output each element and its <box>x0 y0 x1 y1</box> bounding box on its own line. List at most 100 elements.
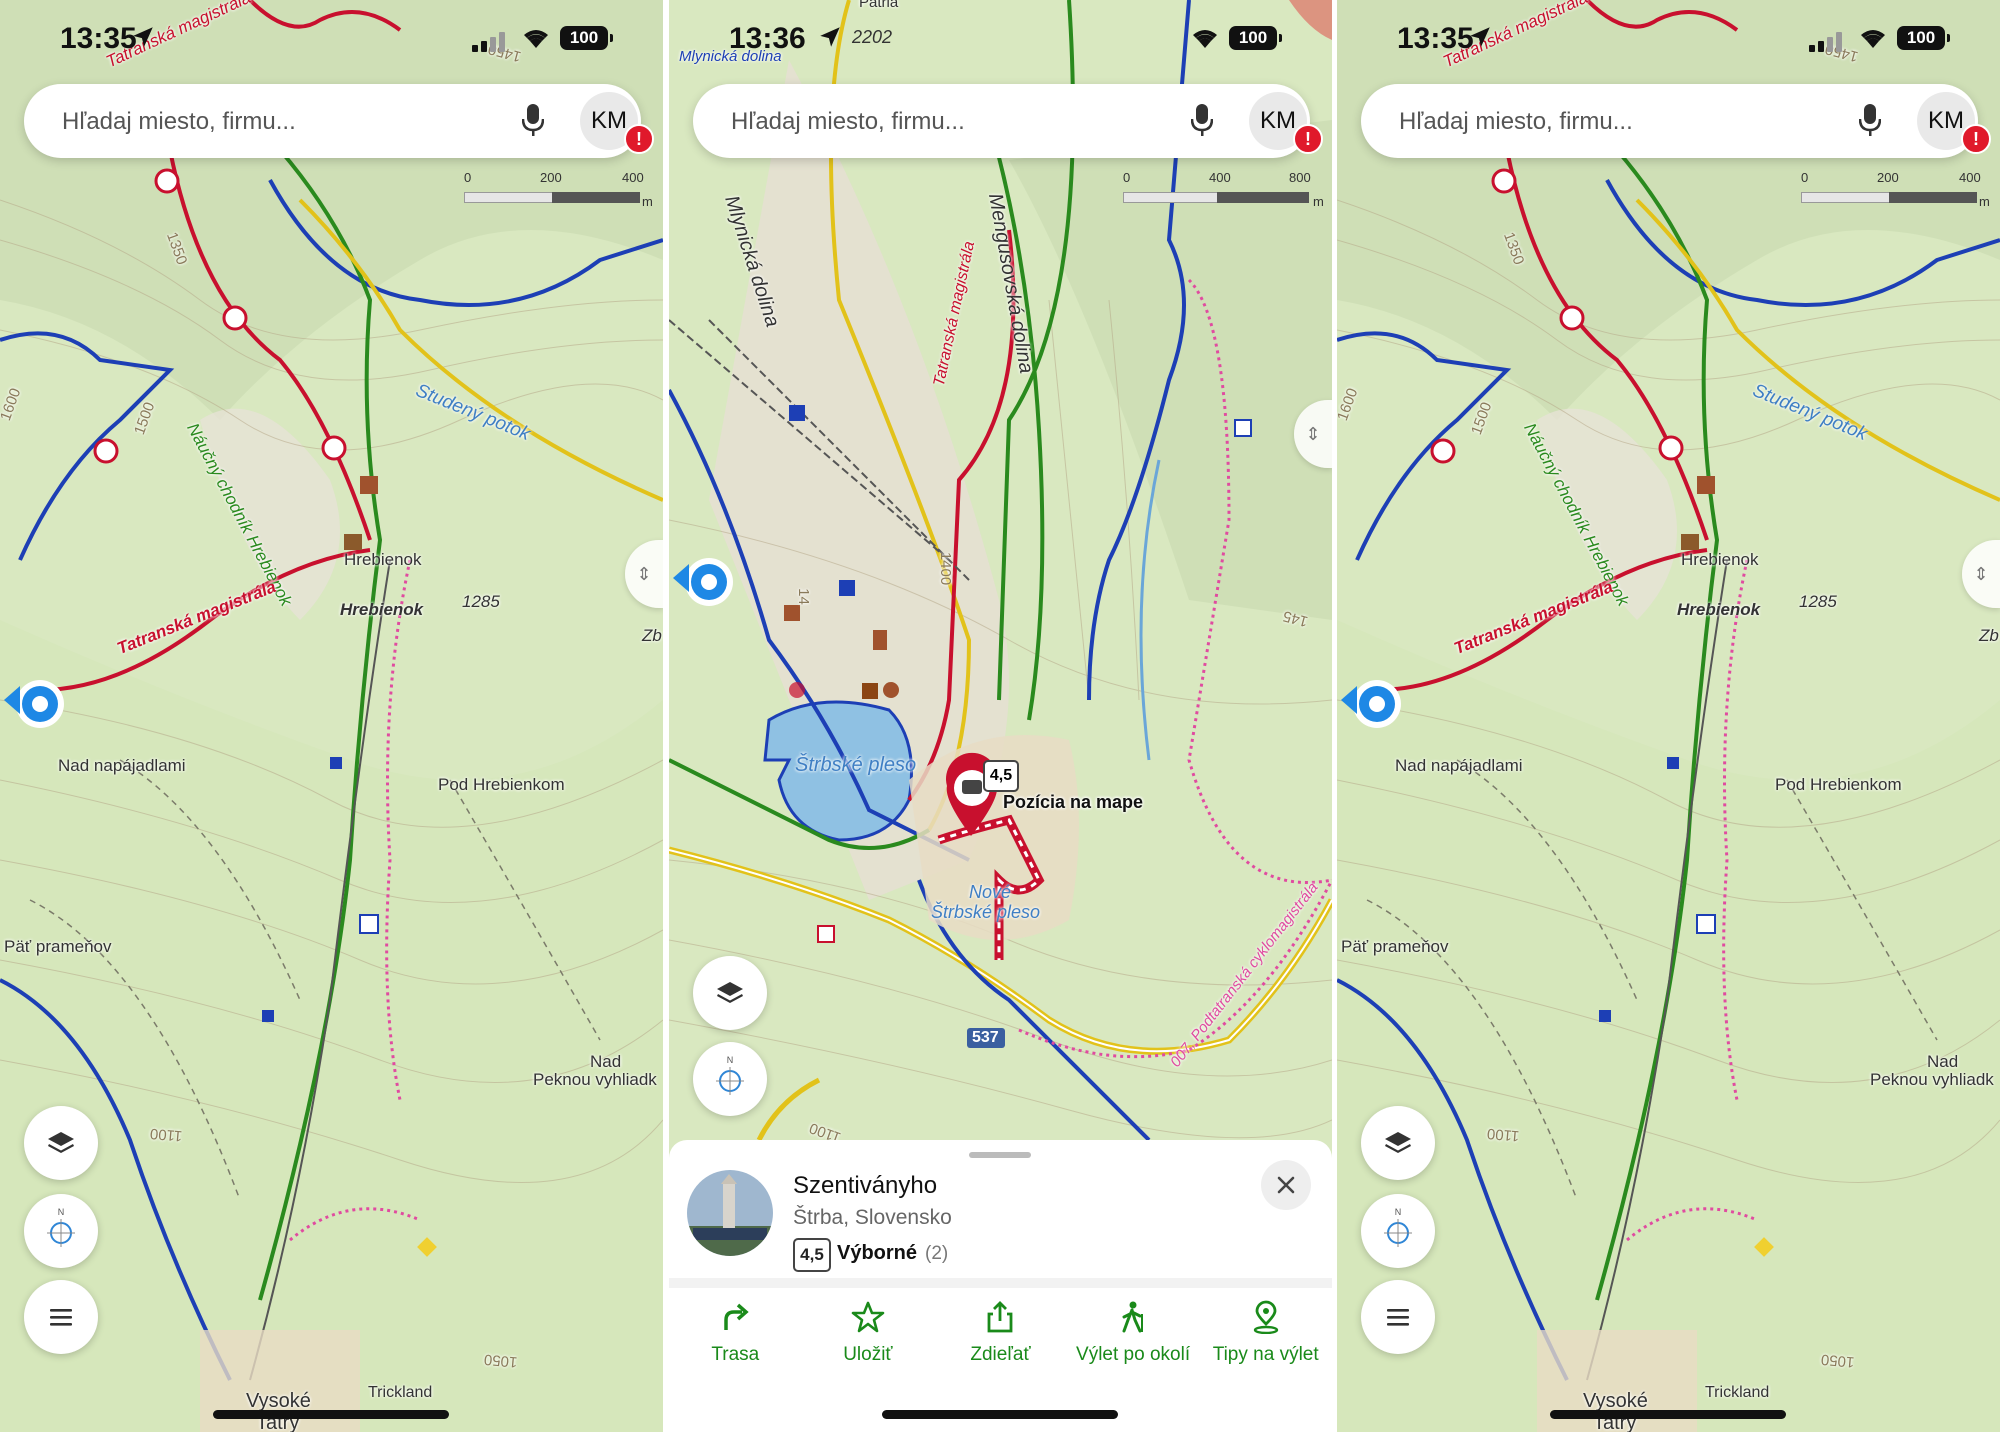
phone-panel-middle: Mlynická dolina Patria Mlynická dolina T… <box>669 0 1332 1432</box>
contour-label-1050: 1050 <box>483 1350 519 1371</box>
star-icon <box>851 1301 885 1333</box>
scale-tick-2: 400 <box>1959 170 1981 185</box>
elevation-label-1285: 1285 <box>462 592 500 611</box>
alert-badge: ! <box>1293 124 1323 154</box>
contour-label-14: 14 <box>794 588 812 605</box>
scale-unit: m <box>1979 194 1990 209</box>
search-input[interactable]: Hľadaj miesto, firmu... <box>62 108 296 136</box>
location-arrow-icon <box>1470 27 1490 47</box>
compass-icon: N <box>47 1207 75 1247</box>
map-canvas[interactable] <box>1337 0 2000 1432</box>
status-time: 13:35 <box>60 22 137 55</box>
scale-tick-2: 400 <box>622 170 644 185</box>
place-label-pat-pramenov: Päť prameňov <box>4 937 112 956</box>
rating-text: Výborné <box>837 1242 918 1264</box>
lake-label-nove-strbske: Štrbské pleso <box>931 902 1041 922</box>
hamburger-icon <box>1387 1309 1409 1326</box>
layers-button[interactable] <box>693 956 767 1030</box>
trip-tips-button[interactable]: Tipy na výlet <box>1199 1290 1332 1390</box>
microphone-icon[interactable] <box>1191 104 1213 138</box>
layers-icon <box>717 982 743 1003</box>
place-label-peknou: Peknou vyhliadk <box>1870 1070 1994 1089</box>
place-label-pod-hrebienkom: Pod Hrebienkom <box>438 775 565 794</box>
nearby-trip-label: Výlet po okolí <box>1076 1344 1191 1365</box>
pin-rating-badge: 4,5 <box>983 760 1019 792</box>
battery-indicator: 100 <box>560 26 613 50</box>
compass-button[interactable]: N <box>693 1042 767 1116</box>
status-time: 13:36 <box>729 22 806 55</box>
map-canvas[interactable] <box>0 0 663 1432</box>
scale-tick-0: 0 <box>464 170 472 185</box>
scale-bar-dark <box>1217 192 1309 203</box>
altitude-readout: 2202 <box>852 27 893 47</box>
rating-count: (2) <box>925 1243 949 1264</box>
contour-label-1400: 1400 <box>937 551 955 586</box>
close-button[interactable] <box>1261 1160 1311 1210</box>
cellular-signal-icon <box>472 32 505 52</box>
home-indicator[interactable] <box>1550 1410 1786 1419</box>
scale-tick-1: 200 <box>1877 170 1899 185</box>
save-button[interactable]: Uložiť <box>802 1290 935 1390</box>
place-label-hrebienok-bold: Hrebienok <box>1677 600 1761 619</box>
sheet-grab-handle[interactable] <box>969 1152 1031 1158</box>
wifi-icon <box>524 30 548 48</box>
wifi-icon <box>1193 30 1217 48</box>
search-input[interactable]: Hľadaj miesto, firmu... <box>731 108 965 136</box>
map-scale: 0 400 800 m <box>1121 170 1324 210</box>
road-number-537: 537 <box>972 1029 999 1046</box>
search-bar[interactable]: Hľadaj miesto, firmu... KM ! <box>1361 84 1991 158</box>
elevation-label-1285: 1285 <box>1799 592 1837 611</box>
place-label-nad: Nad <box>590 1052 622 1071</box>
place-label-hrebienok-bold: Hrebienok <box>340 600 424 619</box>
search-bar[interactable]: Hľadaj miesto, firmu... KM ! <box>24 84 654 158</box>
svg-text:N: N <box>58 1207 65 1217</box>
hiker-icon <box>1122 1301 1144 1333</box>
compass-button[interactable]: N <box>24 1194 98 1268</box>
place-label-pat-pramenov: Päť prameňov <box>1341 937 1449 956</box>
place-detail-sheet[interactable]: Szentiványho Štrba, Slovensko 4,5 Výborn… <box>669 1140 1332 1432</box>
status-bar: 13:36 2202 100 <box>669 0 1332 70</box>
phone-panel-left: Tatranská magistrála Náučný chodník Hreb… <box>0 0 663 1432</box>
scale-bar-light <box>464 192 554 203</box>
scale-bar-light <box>1123 192 1219 203</box>
home-indicator[interactable] <box>213 1410 449 1419</box>
scale-tick-0: 0 <box>1801 170 1809 185</box>
compass-icon: N <box>1384 1207 1412 1247</box>
layers-icon <box>1385 1132 1411 1153</box>
microphone-icon[interactable] <box>522 104 544 138</box>
menu-button[interactable] <box>1361 1280 1435 1354</box>
scale-bar-light <box>1801 192 1891 203</box>
share-button[interactable]: Zdieľať <box>934 1290 1067 1390</box>
place-title: Szentiványho <box>793 1172 938 1199</box>
place-label-hrebienok: Hrebienok <box>1681 550 1759 569</box>
battery-indicator: 100 <box>1897 26 1950 50</box>
scale-bar-dark <box>552 192 640 203</box>
svg-text:N: N <box>1395 1207 1402 1217</box>
scale-tick-1: 200 <box>540 170 562 185</box>
layers-button[interactable] <box>24 1106 98 1180</box>
scale-tick-1: 400 <box>1209 170 1231 185</box>
place-photo[interactable] <box>687 1170 773 1256</box>
nearby-trip-button[interactable]: Výlet po okolí <box>1067 1290 1200 1390</box>
scale-tick-2: 800 <box>1289 170 1311 185</box>
home-indicator[interactable] <box>882 1410 1118 1419</box>
contour-label-1050: 1050 <box>1820 1350 1856 1371</box>
status-bar: 13:35 100 <box>0 0 663 70</box>
place-label-zb: Zb <box>1979 626 1999 645</box>
microphone-icon[interactable] <box>1859 104 1881 138</box>
place-label-zb: Zb <box>642 626 662 645</box>
svg-text:N: N <box>727 1055 734 1065</box>
location-arrow-icon <box>133 27 153 47</box>
search-input[interactable]: Hľadaj miesto, firmu... <box>1399 108 1633 136</box>
save-label: Uložiť <box>843 1344 893 1365</box>
layers-button[interactable] <box>1361 1106 1435 1180</box>
menu-button[interactable] <box>24 1280 98 1354</box>
place-label-nad: Nad <box>1927 1052 1959 1071</box>
route-button[interactable]: Trasa <box>669 1290 802 1390</box>
lake-label-strbske: Štrbské pleso <box>795 754 917 776</box>
status-time: 13:35 <box>1397 22 1474 55</box>
compass-button[interactable]: N <box>1361 1194 1435 1268</box>
hamburger-icon <box>50 1309 72 1326</box>
close-icon <box>1277 1176 1295 1194</box>
search-bar[interactable]: Hľadaj miesto, firmu... KM ! <box>693 84 1323 158</box>
